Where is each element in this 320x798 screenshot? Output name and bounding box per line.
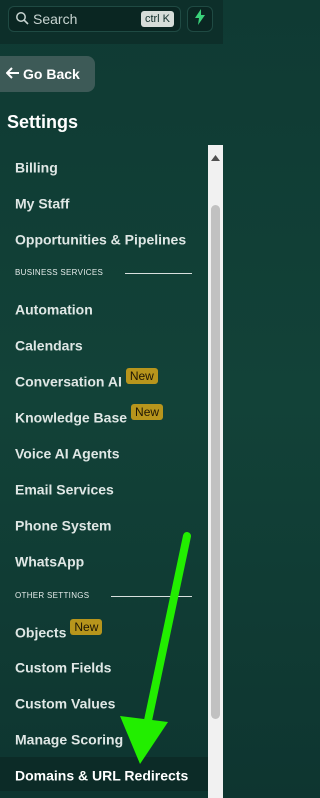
sidebar-item-label: Opportunities & Pipelines xyxy=(15,231,187,248)
arrow-left-icon xyxy=(5,66,23,82)
sidebar-item-label: Knowledge Base xyxy=(15,409,128,426)
sidebar-item-custom-fields[interactable]: Custom Fields xyxy=(15,658,111,675)
sidebar-item-voice-ai-agents[interactable]: Voice AI Agents xyxy=(15,444,120,461)
quick-action-button[interactable] xyxy=(187,6,213,32)
sidebar-item-label: Custom Fields xyxy=(15,659,112,676)
sidebar-item-label: WhatsApp xyxy=(15,553,85,570)
new-badge: New xyxy=(131,404,164,420)
search-icon xyxy=(15,11,29,30)
scroll-up-icon[interactable] xyxy=(211,148,220,166)
divider xyxy=(125,273,192,274)
sidebar-item-objects[interactable]: Objects New xyxy=(15,619,103,641)
sidebar-item-phone-system[interactable]: Phone System xyxy=(15,516,111,533)
sidebar-item-label: My Staff xyxy=(15,195,70,212)
shortcut-badge: ctrl K xyxy=(140,11,174,27)
go-back-button[interactable]: Go Back xyxy=(0,56,95,92)
sidebar-item-custom-values[interactable]: Custom Values xyxy=(15,694,115,711)
sidebar-item-calendars[interactable]: Calendars xyxy=(15,336,83,353)
sidebar-item-email-services[interactable]: Email Services xyxy=(15,480,114,497)
search-placeholder: Search xyxy=(33,11,78,27)
sidebar-item-knowledge-base[interactable]: Knowledge Base New xyxy=(15,404,164,426)
sidebar-item-label: Objects xyxy=(15,624,67,641)
lightning-icon xyxy=(194,8,206,30)
sidebar-item-label: Custom Values xyxy=(15,695,116,712)
sidebar-item-label: Voice AI Agents xyxy=(15,445,120,462)
sidebar-item-label: Calendars xyxy=(15,337,83,354)
sidebar-item-whatsapp[interactable]: WhatsApp xyxy=(15,552,84,569)
sidebar-item-domains-url-redirects[interactable]: Domains & URL Redirects xyxy=(15,766,188,783)
section-header-other: OTHER SETTINGS xyxy=(15,591,90,600)
sidebar-item-label: Phone System xyxy=(15,517,112,534)
sidebar-item-manage-scoring[interactable]: Manage Scoring xyxy=(15,730,123,747)
search-box[interactable]: Search ctrl K xyxy=(8,6,181,32)
sidebar-item-label: Conversation AI xyxy=(15,373,122,390)
divider xyxy=(111,596,192,597)
sidebar-item-billing[interactable]: Billing xyxy=(15,158,58,175)
sidebar-item-opportunities[interactable]: Opportunities & Pipelines xyxy=(15,230,186,247)
new-badge: New xyxy=(125,368,158,384)
sidebar-item-label: Email Services xyxy=(15,481,114,498)
sidebar-item-label: Manage Scoring xyxy=(15,731,124,748)
page-title: Settings xyxy=(7,112,79,132)
sidebar-item-label: Billing xyxy=(15,159,58,176)
scrollbar-thumb[interactable] xyxy=(211,205,220,719)
sidebar-item-conversation-ai[interactable]: Conversation AI New xyxy=(15,368,158,390)
sidebar-item-label: Automation xyxy=(15,301,93,318)
sidebar-item-label: Domains & URL Redirects xyxy=(15,767,189,784)
new-badge: New xyxy=(70,619,103,635)
go-back-label: Go Back xyxy=(23,66,80,82)
sidebar-item-automation[interactable]: Automation xyxy=(15,300,93,317)
section-header-business: BUSINESS SERVICES xyxy=(15,268,104,277)
sidebar-item-my-staff[interactable]: My Staff xyxy=(15,194,69,211)
